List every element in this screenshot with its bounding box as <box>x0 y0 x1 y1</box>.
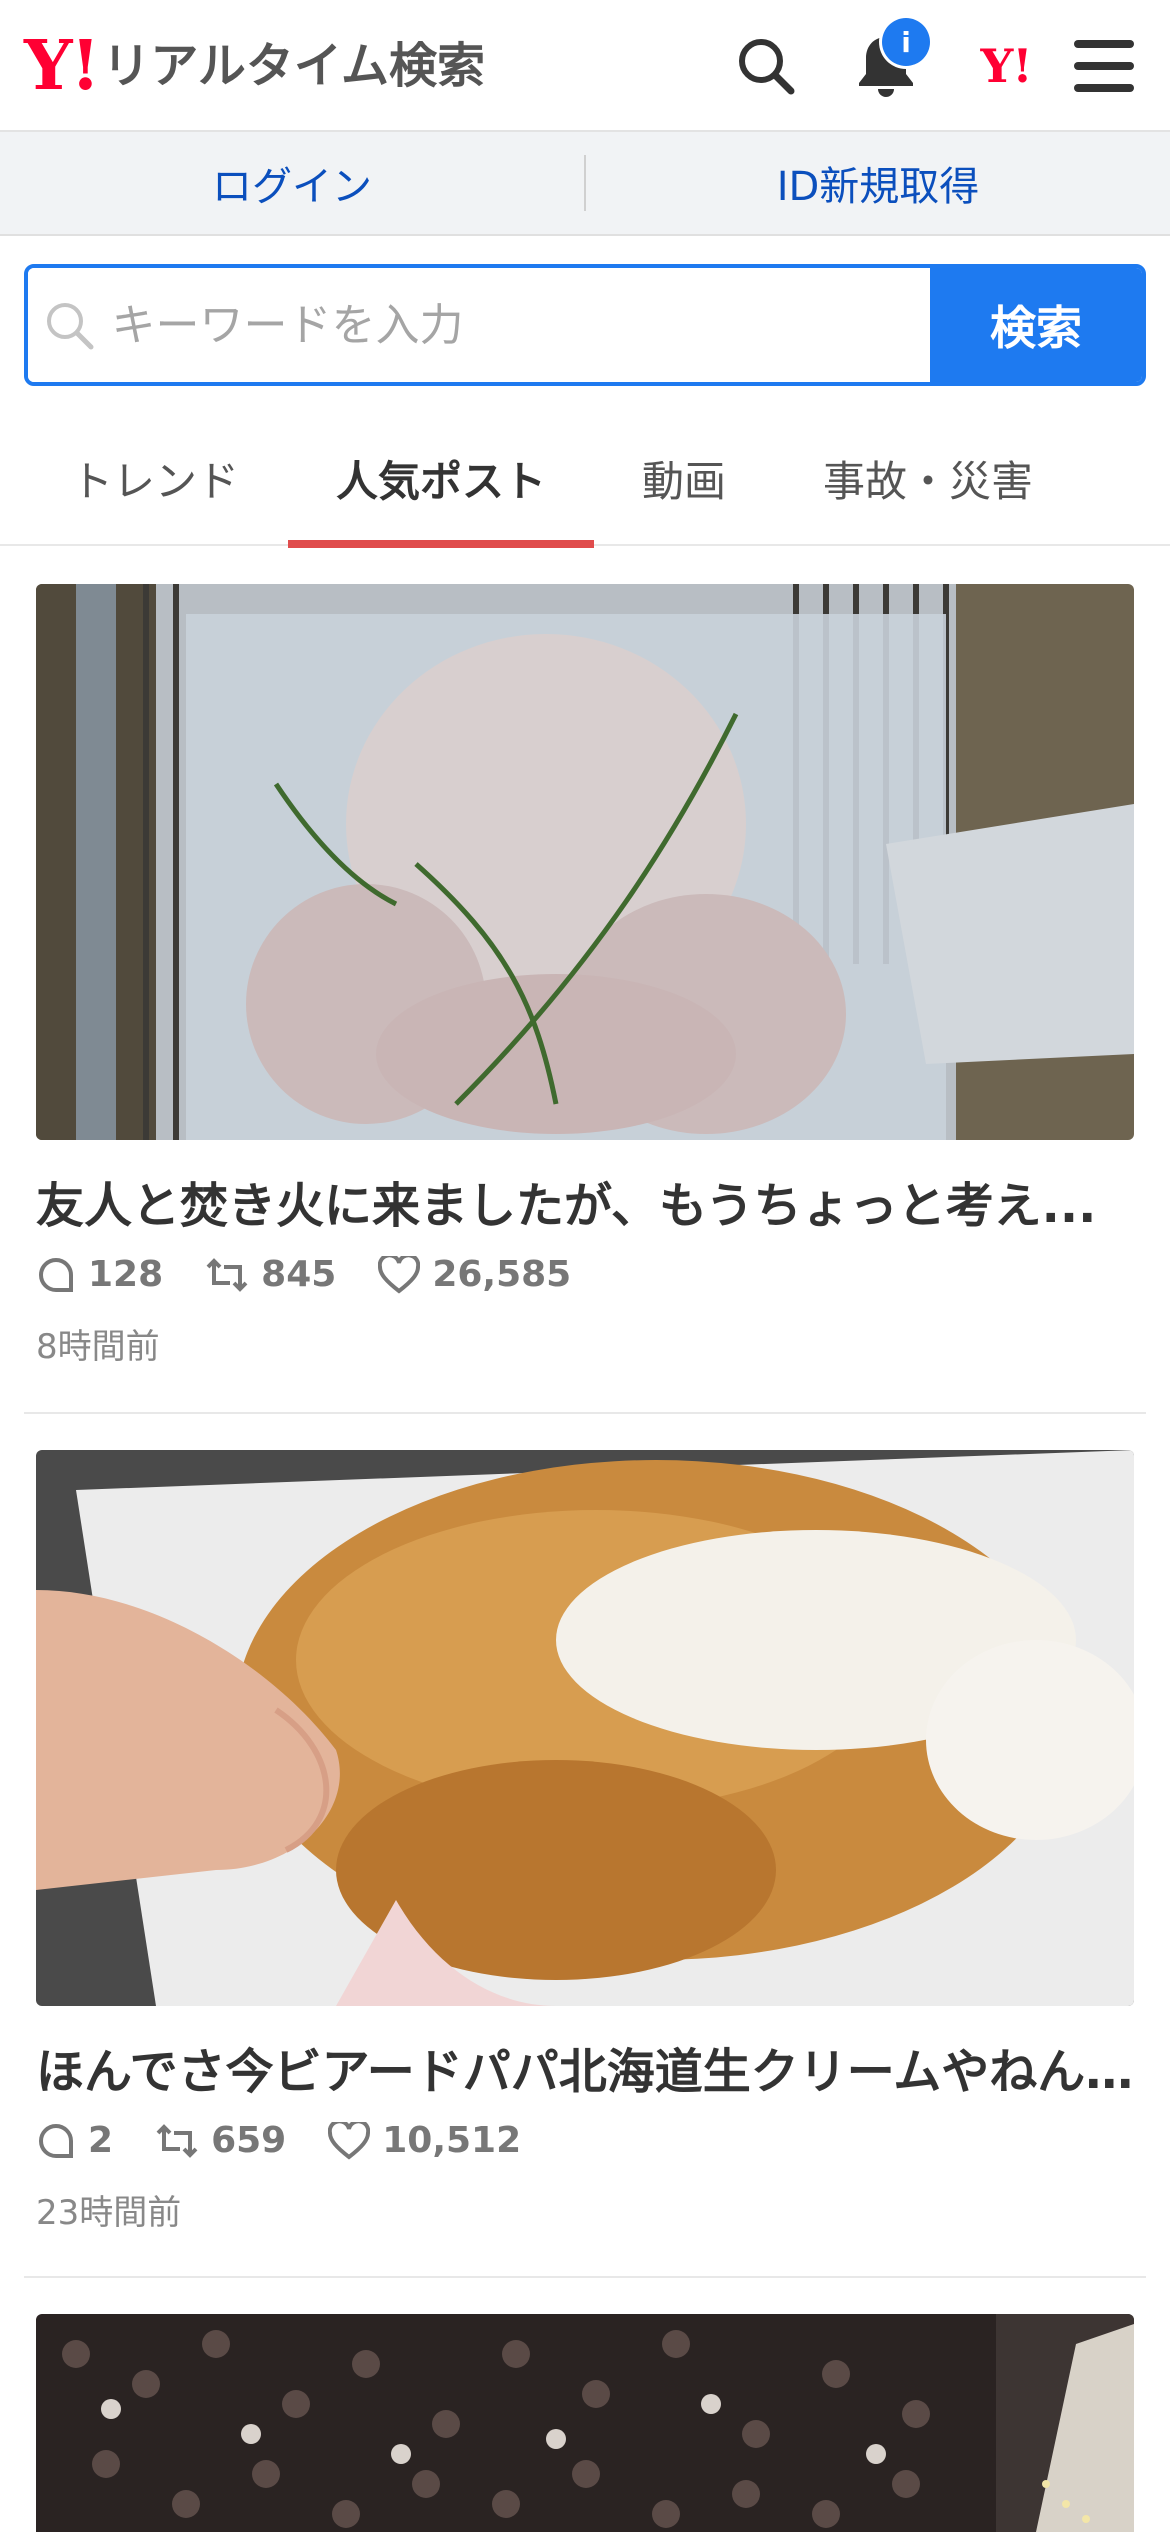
login-link[interactable]: ログイン <box>0 154 584 212</box>
post-time: 8時間前 <box>36 1327 160 1367</box>
repost-icon <box>206 1257 248 1292</box>
search-field <box>28 268 930 382</box>
reply-count-value: 128 <box>88 1254 164 1295</box>
post-title[interactable]: 友人と焚き火に来ましたが、もうちょっと考え... <box>36 1166 1134 1236</box>
repost-count-value: 659 <box>211 2120 287 2161</box>
notification-badge: i <box>882 18 930 66</box>
post-card[interactable]: ほんでさ今ビアードパパ北海道生クリームやねん... 2 659 10,512 2… <box>36 1450 1134 2234</box>
post-image[interactable] <box>36 584 1134 1140</box>
like-count-value: 26,585 <box>432 1254 572 1295</box>
post-stats: 128 845 26,585 <box>36 1254 1134 1295</box>
post-card[interactable] <box>36 2314 1134 2532</box>
notification-bell-icon[interactable]: i <box>846 18 930 106</box>
yahoo-realtime-logo[interactable]: Y! リアルタイム検索 <box>24 30 485 102</box>
service-title: リアルタイム検索 <box>102 38 485 94</box>
search-bar: 検索 <box>24 264 1146 386</box>
post-divider <box>24 1412 1146 1414</box>
auth-bar: ログイン ID新規取得 <box>0 132 1170 236</box>
crowd-image <box>36 2314 1134 2532</box>
reply-icon <box>39 2123 73 2158</box>
repost-count[interactable]: 659 <box>155 2120 286 2161</box>
post-card[interactable]: 友人と焚き火に来ましたが、もうちょっと考え... 128 845 26,585 … <box>36 584 1134 1368</box>
reply-icon <box>39 1257 73 1292</box>
like-count-value: 10,512 <box>382 2120 522 2161</box>
category-tabs: トレンド 人気ポスト 動画 事故・災害 <box>0 410 1170 548</box>
reply-count-value: 2 <box>88 2120 114 2161</box>
roast-chicken-image <box>36 584 1134 1140</box>
cream-puff-image <box>36 1450 1134 2006</box>
post-image[interactable] <box>36 1450 1134 2006</box>
search-button[interactable]: 検索 <box>930 268 1142 382</box>
heart-icon <box>378 1255 421 1294</box>
yahoo-small-logo: Y! <box>980 39 1032 93</box>
search-input[interactable] <box>109 298 930 352</box>
tab-accident-disaster[interactable]: 事故・災害 <box>800 410 1056 546</box>
heart-icon <box>328 2121 371 2160</box>
yahoo-top-link-icon[interactable]: Y! <box>966 26 1046 106</box>
like-count[interactable]: 10,512 <box>328 2120 521 2161</box>
app-header: Y! リアルタイム検索 i Y! <box>0 0 1170 132</box>
like-count[interactable]: 26,585 <box>378 1254 571 1295</box>
post-divider <box>24 2276 1146 2278</box>
repost-icon <box>156 2123 198 2158</box>
reply-count[interactable]: 2 <box>36 2120 113 2161</box>
menu-icon[interactable] <box>1064 26 1144 106</box>
tab-popular-posts[interactable]: 人気ポスト <box>288 410 594 548</box>
post-stats: 2 659 10,512 <box>36 2120 1134 2161</box>
repost-count[interactable]: 845 <box>205 1254 336 1295</box>
tab-trend[interactable]: トレンド <box>50 410 260 546</box>
yahoo-logo-mark: Y! <box>24 26 100 106</box>
register-link[interactable]: ID新規取得 <box>586 154 1170 212</box>
search-icon[interactable] <box>726 26 806 106</box>
search-field-icon <box>28 299 109 351</box>
repost-count-value: 845 <box>261 1254 337 1295</box>
post-title[interactable]: ほんでさ今ビアードパパ北海道生クリームやねん... <box>36 2032 1134 2102</box>
tab-video[interactable]: 動画 <box>614 410 754 546</box>
post-image[interactable] <box>36 2314 1134 2532</box>
reply-count[interactable]: 128 <box>36 1254 163 1295</box>
post-time: 23時間前 <box>36 2193 182 2233</box>
